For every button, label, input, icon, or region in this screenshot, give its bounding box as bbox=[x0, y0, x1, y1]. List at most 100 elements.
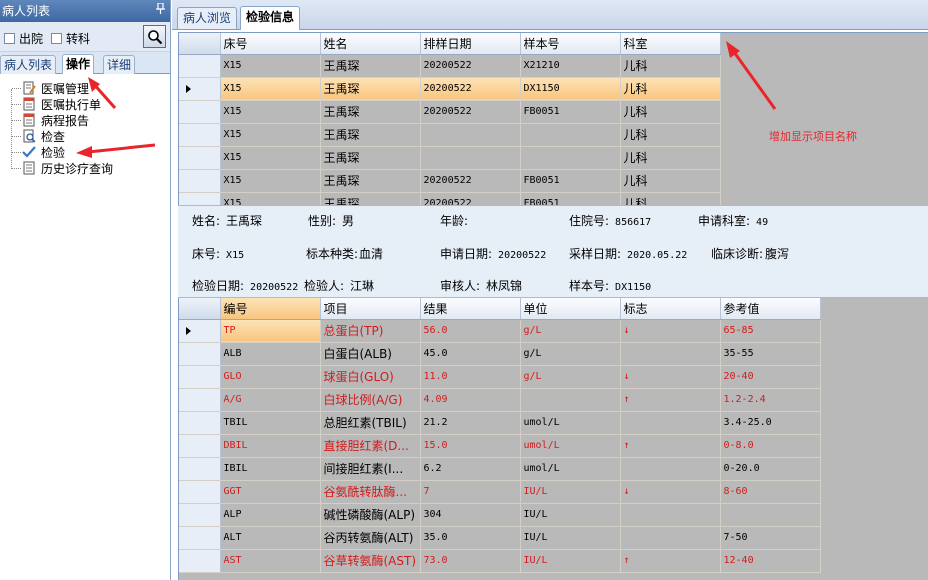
table-cell[interactable]: FB0051 bbox=[520, 100, 621, 124]
table-cell[interactable] bbox=[420, 123, 521, 147]
row-indicator[interactable] bbox=[179, 457, 221, 481]
table-row[interactable]: DBIL 直接胆红素(D... 15.0 umol/L ↑ 0-8.0 bbox=[179, 434, 821, 458]
column-header[interactable]: 结果 bbox=[420, 298, 521, 320]
row-indicator[interactable] bbox=[179, 411, 221, 435]
table-cell-ref[interactable]: 65-85 bbox=[720, 319, 821, 343]
row-indicator[interactable] bbox=[179, 54, 221, 78]
table-cell-result[interactable]: 4.09 bbox=[420, 388, 521, 412]
table-cell-ref[interactable]: 0-20.0 bbox=[720, 457, 821, 481]
table-cell[interactable]: 王禹琛 bbox=[320, 123, 421, 147]
table-cell-result[interactable]: 35.0 bbox=[420, 526, 521, 550]
table-cell[interactable]: FB0051 bbox=[520, 192, 621, 205]
column-header[interactable]: 参考值 bbox=[720, 298, 821, 320]
table-cell[interactable]: X15 bbox=[220, 123, 321, 147]
table-cell-result[interactable]: 6.2 bbox=[420, 457, 521, 481]
column-header[interactable]: 项目 bbox=[320, 298, 421, 320]
table-cell[interactable]: X15 bbox=[220, 77, 321, 101]
table-cell-item[interactable]: 碱性磷酸酶(ALP) bbox=[320, 503, 421, 527]
table-cell[interactable]: DX1150 bbox=[520, 77, 621, 101]
column-header[interactable]: 床号 bbox=[220, 33, 321, 55]
table-cell-code[interactable]: DBIL bbox=[220, 434, 321, 458]
tab-lab-info[interactable]: 检验信息 bbox=[240, 6, 301, 30]
table-row[interactable]: GGT 谷氨酰转肽酶... 7 IU/L ↓ 8-60 bbox=[179, 480, 821, 504]
table-cell-code[interactable]: GLO bbox=[220, 365, 321, 389]
row-indicator[interactable] bbox=[179, 192, 221, 205]
table-cell-flag[interactable]: ↑ bbox=[620, 388, 721, 412]
table-cell-code[interactable]: A/G bbox=[220, 388, 321, 412]
table-cell-code[interactable]: TP bbox=[220, 319, 321, 343]
table-cell-flag[interactable] bbox=[620, 526, 721, 550]
table-cell-unit[interactable]: g/L bbox=[520, 365, 621, 389]
table-cell[interactable]: 王禹琛 bbox=[320, 146, 421, 170]
table-cell-ref[interactable]: 12-40 bbox=[720, 549, 821, 573]
table-cell-result[interactable]: 45.0 bbox=[420, 342, 521, 366]
table-cell-unit[interactable]: IU/L bbox=[520, 526, 621, 550]
table-row[interactable]: ALP 碱性磷酸酶(ALP) 304 IU/L bbox=[179, 503, 821, 527]
table-cell[interactable]: FB0051 bbox=[520, 169, 621, 193]
column-header[interactable]: 样本号 bbox=[520, 33, 621, 55]
row-indicator[interactable] bbox=[179, 169, 221, 193]
table-cell[interactable]: 王禹琛 bbox=[320, 100, 421, 124]
row-indicator[interactable] bbox=[179, 549, 221, 573]
table-cell-result[interactable]: 7 bbox=[420, 480, 521, 504]
table-cell-unit[interactable]: IU/L bbox=[520, 549, 621, 573]
table-cell[interactable]: 儿科 bbox=[620, 100, 721, 124]
column-header[interactable]: 科室 bbox=[620, 33, 721, 55]
row-indicator[interactable] bbox=[179, 123, 221, 147]
table-cell[interactable]: 儿科 bbox=[620, 146, 721, 170]
table-cell[interactable]: 王禹琛 bbox=[320, 54, 421, 78]
table-cell-result[interactable]: 73.0 bbox=[420, 549, 521, 573]
table-cell-item[interactable]: 谷草转氨酶(AST) bbox=[320, 549, 421, 573]
table-cell-unit[interactable]: IU/L bbox=[520, 480, 621, 504]
table-cell-unit[interactable]: g/L bbox=[520, 342, 621, 366]
table-row[interactable]: ALB 白蛋白(ALB) 45.0 g/L 35-55 bbox=[179, 342, 821, 366]
table-cell-ref[interactable]: 8-60 bbox=[720, 480, 821, 504]
table-cell-flag[interactable]: ↓ bbox=[620, 480, 721, 504]
table-cell-item[interactable]: 谷丙转氨酶(ALT) bbox=[320, 526, 421, 550]
table-cell-code[interactable]: AST bbox=[220, 549, 321, 573]
table-row[interactable]: A/G 白球比例(A/G) 4.09 ↑ 1.2-2.4 bbox=[179, 388, 821, 412]
table-cell-item[interactable]: 总胆红素(TBIL) bbox=[320, 411, 421, 435]
table-cell-code[interactable]: ALP bbox=[220, 503, 321, 527]
row-indicator[interactable] bbox=[179, 100, 221, 124]
row-indicator[interactable] bbox=[179, 503, 221, 527]
table-cell-result[interactable]: 21.2 bbox=[420, 411, 521, 435]
table-cell[interactable]: 儿科 bbox=[620, 54, 721, 78]
table-cell[interactable]: 20200522 bbox=[420, 192, 521, 205]
table-row[interactable]: AST 谷草转氨酶(AST) 73.0 IU/L ↑ 12-40 bbox=[179, 549, 821, 573]
table-cell[interactable]: 儿科 bbox=[620, 192, 721, 205]
table-cell-ref[interactable]: 0-8.0 bbox=[720, 434, 821, 458]
table-row[interactable]: ALT 谷丙转氨酶(ALT) 35.0 IU/L 7-50 bbox=[179, 526, 821, 550]
column-header[interactable]: 姓名 bbox=[320, 33, 421, 55]
row-indicator[interactable] bbox=[179, 365, 221, 389]
table-cell[interactable]: X15 bbox=[220, 54, 321, 78]
table-cell-ref[interactable] bbox=[720, 503, 821, 527]
table-cell-flag[interactable]: ↓ bbox=[620, 319, 721, 343]
table-cell-item[interactable]: 白蛋白(ALB) bbox=[320, 342, 421, 366]
table-cell-item[interactable]: 球蛋白(GLO) bbox=[320, 365, 421, 389]
table-cell[interactable]: X15 bbox=[220, 146, 321, 170]
table-row[interactable]: X15 王禹琛 20200522 X21210 儿科 bbox=[179, 54, 721, 78]
column-header[interactable]: 单位 bbox=[520, 298, 621, 320]
row-indicator[interactable] bbox=[179, 146, 221, 170]
table-cell-result[interactable]: 304 bbox=[420, 503, 521, 527]
column-header[interactable]: 标志 bbox=[620, 298, 721, 320]
table-cell-ref[interactable]: 35-55 bbox=[720, 342, 821, 366]
table-row[interactable]: X15 王禹琛 20200522 FB0051 儿科 bbox=[179, 100, 721, 124]
table-cell[interactable] bbox=[420, 146, 521, 170]
table-cell[interactable]: X15 bbox=[220, 169, 321, 193]
table-cell-code[interactable]: TBIL bbox=[220, 411, 321, 435]
table-cell-flag[interactable] bbox=[620, 503, 721, 527]
row-indicator[interactable] bbox=[179, 388, 221, 412]
table-cell[interactable]: 儿科 bbox=[620, 123, 721, 147]
table-cell[interactable]: 王禹琛 bbox=[320, 77, 421, 101]
table-cell-unit[interactable]: IU/L bbox=[520, 503, 621, 527]
table-cell[interactable]: 儿科 bbox=[620, 169, 721, 193]
table-cell-unit[interactable]: umol/L bbox=[520, 434, 621, 458]
table-cell[interactable]: 20200522 bbox=[420, 169, 521, 193]
table-row[interactable]: GLO 球蛋白(GLO) 11.0 g/L ↓ 20-40 bbox=[179, 365, 821, 389]
tab-patient-browse[interactable]: 病人浏览 bbox=[177, 7, 238, 29]
table-row[interactable]: X15 王禹琛 儿科 bbox=[179, 123, 721, 147]
table-cell[interactable] bbox=[520, 123, 621, 147]
table-cell-result[interactable]: 11.0 bbox=[420, 365, 521, 389]
